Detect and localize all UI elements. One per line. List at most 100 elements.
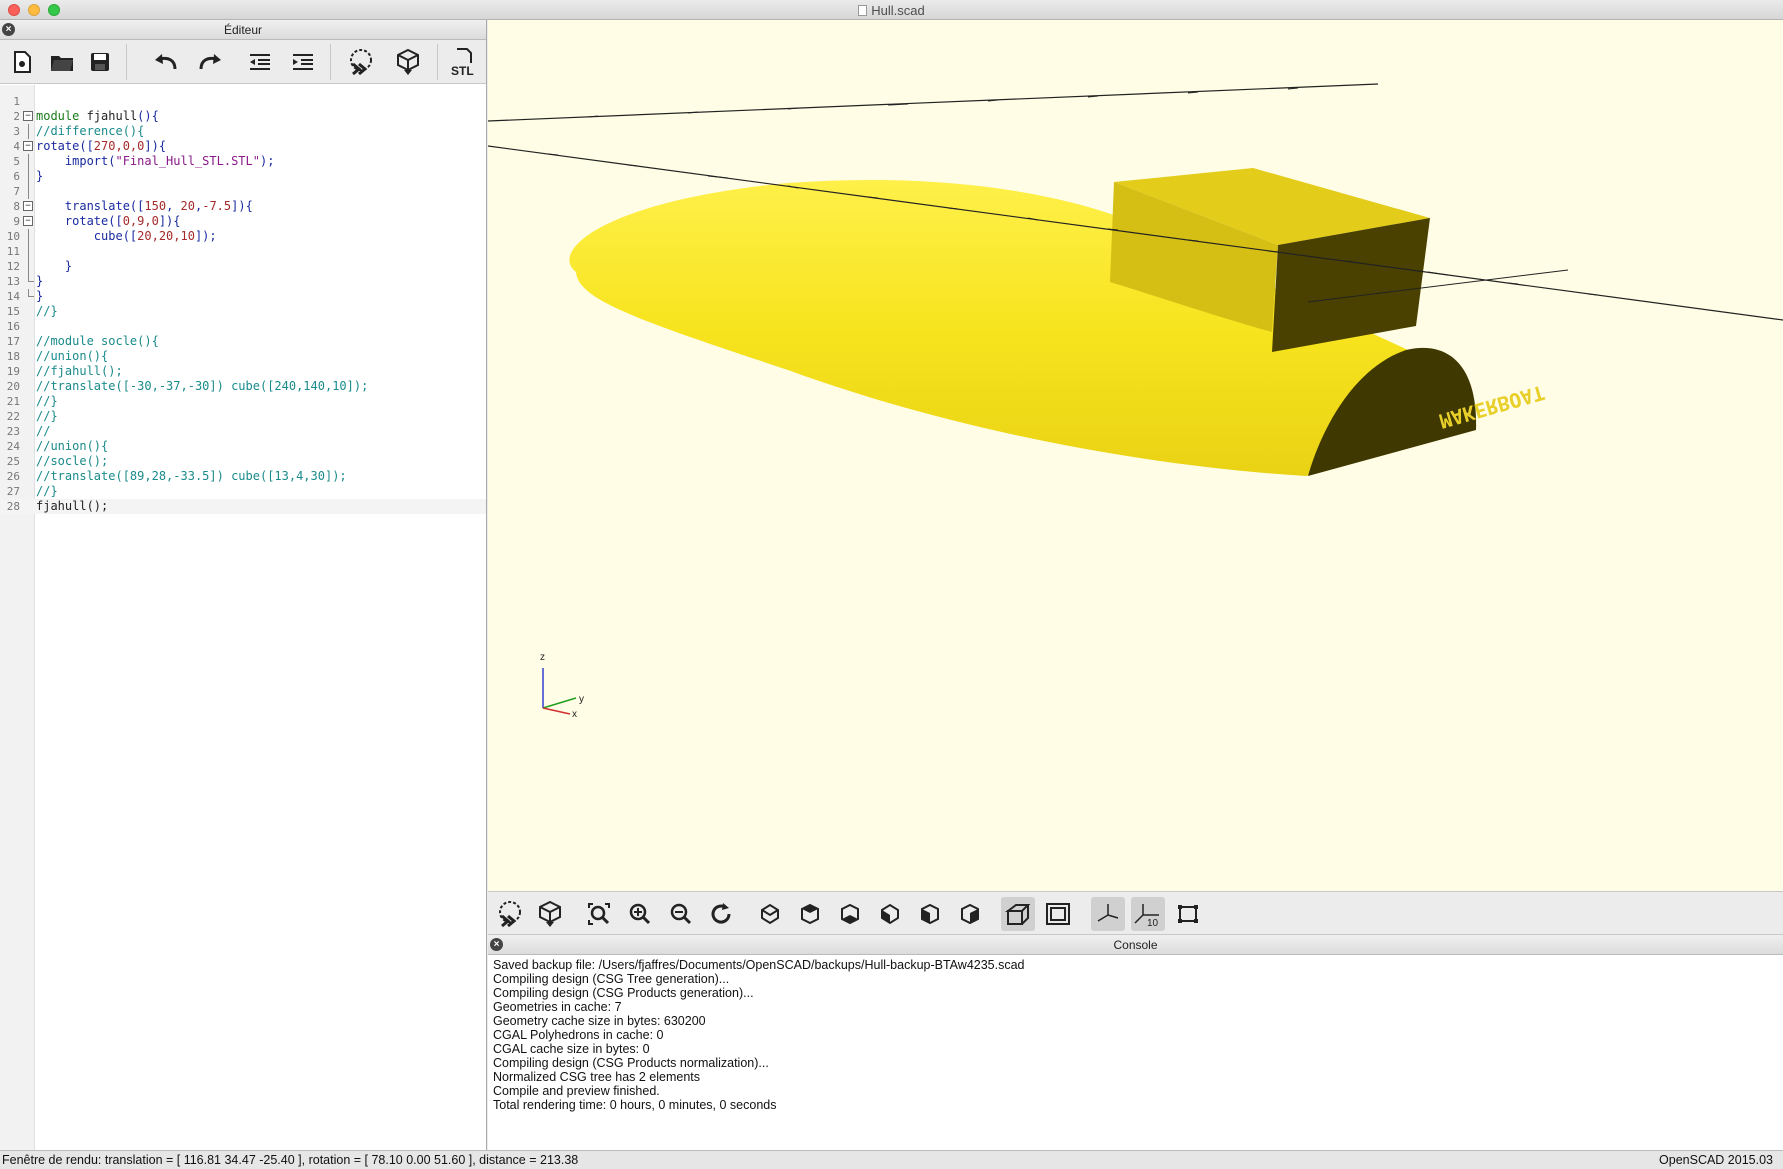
- code-line[interactable]: 9− rotate([0,9,0]){: [0, 214, 486, 229]
- code-text: }: [64, 259, 73, 273]
- redo-icon[interactable]: [194, 46, 226, 78]
- line-number: 6: [13, 170, 20, 183]
- fold-line-marker: [28, 259, 29, 274]
- console-title: Console: [1113, 938, 1158, 952]
- indent-icon[interactable]: [287, 46, 319, 78]
- render-icon[interactable]: [533, 897, 567, 931]
- show-axes-icon[interactable]: [1091, 897, 1125, 931]
- code-line[interactable]: 19 //fjahull();: [0, 364, 486, 379]
- code-line[interactable]: 28 fjahull();: [0, 499, 486, 514]
- line-number: 14: [6, 290, 20, 303]
- orthogonal-icon[interactable]: [1041, 897, 1075, 931]
- code-line[interactable]: 14}: [0, 289, 486, 304]
- reset-view-icon[interactable]: [704, 897, 738, 931]
- console-line: Compile and preview finished.: [493, 1084, 660, 1098]
- code-line[interactable]: 11: [0, 244, 486, 259]
- code-line[interactable]: 27 //}: [0, 484, 486, 499]
- code-text: }: [36, 169, 44, 183]
- code-line[interactable]: 2− module fjahull(){: [0, 109, 486, 124]
- code-line[interactable]: 5 import("Final_Hull_STL.STL");: [0, 154, 486, 169]
- code-line[interactable]: 20 //translate([-30,-37,-30]) cube([240,1…: [0, 379, 486, 394]
- preview-icon[interactable]: [493, 897, 527, 931]
- code-line[interactable]: 25 //socle();: [0, 454, 486, 469]
- unindent-icon[interactable]: [244, 46, 276, 78]
- code-line[interactable]: 6}: [0, 169, 486, 184]
- console-output: Saved backup file: /Users/fjaffres/Docum…: [488, 955, 1783, 1115]
- code-line[interactable]: 26 //translate([89,28,-33.5]) cube([13,4,…: [0, 469, 486, 484]
- line-number: 21: [6, 395, 20, 408]
- console-line: Geometries in cache: 7: [493, 1000, 622, 1014]
- code-line[interactable]: 13}: [0, 274, 486, 289]
- axis-line: [488, 83, 1379, 122]
- code-text: //translate([-30,-37,-30]) cube([240,140…: [36, 379, 369, 393]
- fold-end-marker: [28, 274, 34, 282]
- code-line[interactable]: 4− rotate([270,0,0]){: [0, 139, 486, 154]
- version-label: OpenSCAD 2015.03: [1659, 1153, 1773, 1167]
- code-line[interactable]: 1: [0, 94, 486, 109]
- code-editor[interactable]: 1 2− module fjahull(){3//difference(){4− ro…: [0, 85, 486, 1150]
- code-line[interactable]: 22 //}: [0, 409, 486, 424]
- code-line[interactable]: 15 //}: [0, 304, 486, 319]
- view-left-icon[interactable]: [873, 897, 907, 931]
- close-console-icon[interactable]: ×: [490, 938, 503, 951]
- code-text: rotate([270,0,0]){: [36, 139, 167, 153]
- open-file-icon[interactable]: [46, 46, 78, 78]
- code-line[interactable]: 21 //}: [0, 394, 486, 409]
- zoom-out-icon[interactable]: [664, 897, 698, 931]
- viewport-canvas: MAKERBOAT z y x: [488, 83, 1783, 720]
- view-back-icon[interactable]: [953, 897, 987, 931]
- show-edges-icon[interactable]: [1171, 897, 1205, 931]
- code-line[interactable]: 17 //module socle(){: [0, 334, 486, 349]
- save-file-icon[interactable]: [84, 46, 116, 78]
- view-front-icon[interactable]: [913, 897, 947, 931]
- perspective-icon[interactable]: [1001, 897, 1035, 931]
- code-line[interactable]: 23 //: [0, 424, 486, 439]
- editor-pane: × Éditeur STL 1 2 − module fjahull(){3 …: [0, 20, 487, 1150]
- close-editor-icon[interactable]: ×: [2, 23, 15, 36]
- line-number: 7: [13, 185, 20, 198]
- preview-icon[interactable]: [345, 46, 377, 78]
- code-text: //difference(){: [36, 124, 145, 138]
- code-line[interactable]: 3 //difference(){: [0, 124, 486, 139]
- line-number: 15: [6, 305, 20, 318]
- code-line[interactable]: 12 }: [0, 259, 486, 274]
- fold-toggle-icon[interactable]: −: [23, 141, 33, 151]
- toolbar-separator: [126, 44, 127, 80]
- view-all-icon[interactable]: [582, 897, 616, 931]
- fold-toggle-icon[interactable]: −: [23, 111, 33, 121]
- new-file-icon[interactable]: [6, 46, 38, 78]
- console-line: CGAL cache size in bytes: 0: [493, 1042, 650, 1056]
- code-lines: 1 2− module fjahull(){3//difference(){4− ro…: [0, 94, 486, 514]
- line-number: 12: [6, 260, 20, 273]
- 3d-viewport[interactable]: MAKERBOAT z y x: [488, 20, 1783, 891]
- z-axis-label: z: [540, 652, 545, 663]
- code-text: //union(){: [36, 439, 109, 453]
- export-stl-icon[interactable]: STL: [448, 46, 480, 78]
- undo-icon[interactable]: [150, 46, 182, 78]
- code-text: module fjahull(){: [36, 109, 159, 123]
- line-number: 10: [6, 230, 20, 243]
- view-right-icon[interactable]: [753, 897, 787, 931]
- line-number: 4: [13, 140, 20, 153]
- line-number: 16: [6, 320, 20, 333]
- code-line[interactable]: 24 //union(){: [0, 439, 486, 454]
- toolbar-separator: [437, 44, 438, 80]
- code-text: rotate([0,9,0]){: [64, 214, 181, 228]
- line-number: 22: [6, 410, 20, 423]
- fold-toggle-icon[interactable]: −: [23, 216, 33, 226]
- show-scale-markers-icon[interactable]: 10: [1131, 897, 1165, 931]
- console-line: Geometry cache size in bytes: 630200: [493, 1014, 706, 1028]
- view-top-icon[interactable]: [793, 897, 827, 931]
- fold-toggle-icon[interactable]: −: [23, 201, 33, 211]
- code-text: //fjahull();: [36, 364, 123, 378]
- zoom-in-icon[interactable]: [623, 897, 657, 931]
- code-text: //}: [36, 484, 58, 498]
- code-line[interactable]: 7: [0, 184, 486, 199]
- code-line[interactable]: 8− translate([150, 20,-7.5]){: [0, 199, 486, 214]
- view-bottom-icon[interactable]: [833, 897, 867, 931]
- code-line[interactable]: 16: [0, 319, 486, 334]
- code-line[interactable]: 18 //union(){: [0, 349, 486, 364]
- code-line[interactable]: 10 cube([20,20,10]);: [0, 229, 486, 244]
- render-icon[interactable]: [392, 46, 424, 78]
- line-number: 26: [6, 470, 20, 483]
